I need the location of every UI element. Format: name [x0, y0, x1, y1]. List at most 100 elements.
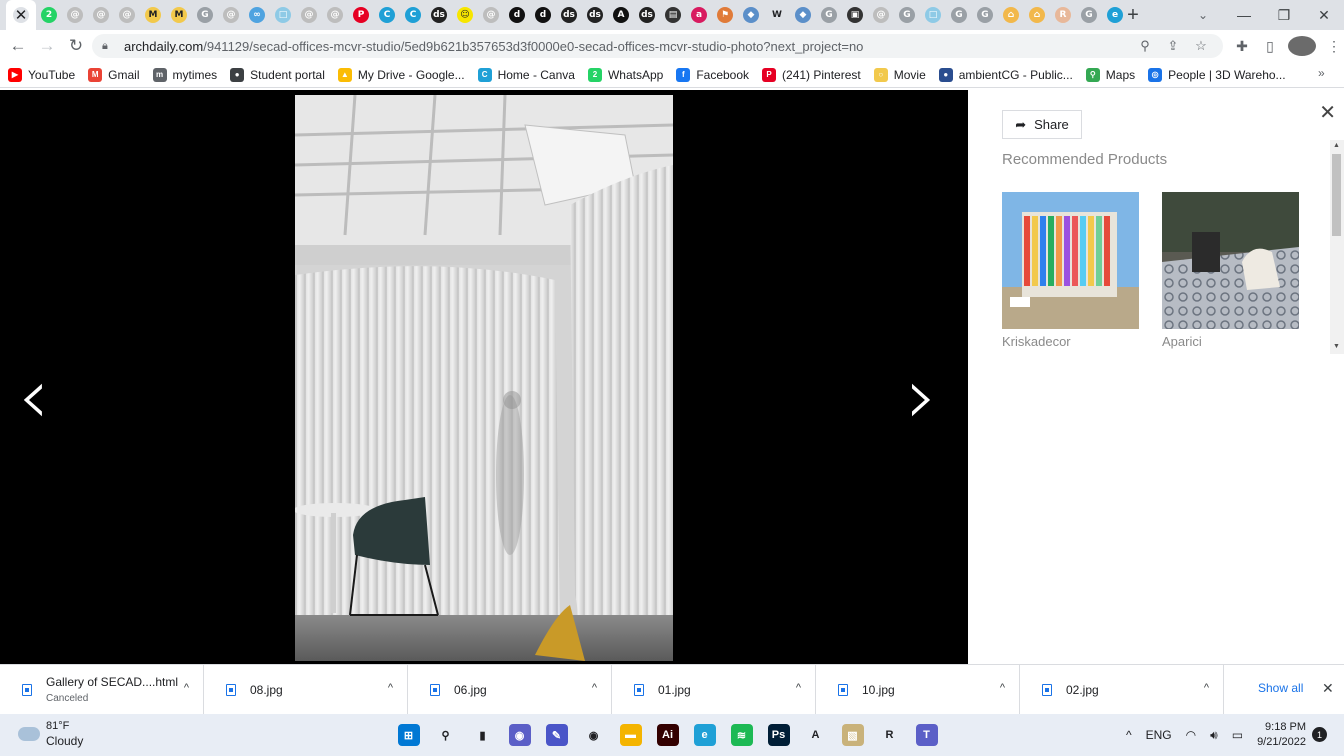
browser-tab[interactable]: ds — [426, 2, 452, 28]
scroll-up-icon[interactable]: ▲ — [1333, 142, 1340, 149]
bookmark-item[interactable]: M Gmail — [88, 67, 140, 82]
browser-tab[interactable]: □ — [920, 2, 946, 28]
scrollbar-thumb[interactable] — [1332, 154, 1341, 236]
bookmarks-more-icon[interactable]: » — [1318, 66, 1330, 80]
product-name[interactable]: Aparici — [1162, 334, 1299, 349]
download-options-chevron-icon[interactable]: ^ — [796, 682, 801, 694]
download-options-chevron-icon[interactable]: ^ — [592, 682, 597, 694]
download-options-chevron-icon[interactable]: ^ — [1000, 682, 1005, 694]
browser-tab[interactable]: @ — [296, 2, 322, 28]
address-bar[interactable]: 🔒︎ archdaily.com/941129/secad-offices-mc… — [92, 34, 1223, 58]
minimize-icon[interactable]: — — [1224, 0, 1264, 30]
browser-tab[interactable]: G — [192, 2, 218, 28]
bookmark-item[interactable]: m mytimes — [152, 67, 217, 82]
image-app-icon[interactable]: ▧ — [834, 720, 871, 750]
notification-badge[interactable]: 1 — [1312, 727, 1327, 742]
browser-tab[interactable]: P — [348, 2, 374, 28]
browser-tab[interactable]: G — [894, 2, 920, 28]
file-explorer-icon[interactable]: ▬ — [612, 720, 649, 750]
bookmark-item[interactable]: ▶ YouTube — [8, 67, 75, 82]
illustrator-icon[interactable]: Ai — [649, 720, 686, 750]
bookmark-item[interactable]: f Facebook — [676, 67, 749, 82]
browser-tab[interactable]: a — [686, 2, 712, 28]
product-card[interactable]: Aparici — [1162, 192, 1299, 349]
pen-app-icon[interactable]: ✎ — [538, 720, 575, 750]
show-all-downloads-link[interactable]: Show all — [1258, 681, 1303, 695]
share-button[interactable]: ➦ Share — [1002, 110, 1082, 139]
browser-tab[interactable]: ◆ — [790, 2, 816, 28]
browser-tab[interactable]: ⌂ — [998, 2, 1024, 28]
product-name[interactable]: Kriskadecor — [1002, 334, 1139, 349]
browser-tab[interactable]: d — [530, 2, 556, 28]
browser-tab[interactable]: G — [946, 2, 972, 28]
bookmark-item[interactable]: ○ Movie — [873, 67, 926, 82]
download-item[interactable]: 06.jpg ^ — [408, 664, 612, 715]
download-item[interactable]: Gallery of SECAD....html Canceled ^ — [0, 664, 204, 715]
browser-tab[interactable]: @ — [478, 2, 504, 28]
bookmark-item[interactable]: P (241) Pinterest — [762, 67, 861, 82]
browser-tab[interactable]: 2 — [36, 2, 62, 28]
bookmark-item[interactable]: 2 WhatsApp — [587, 67, 663, 82]
bookmark-star-icon[interactable]: ☆ — [1187, 38, 1215, 54]
browser-tab[interactable]: ▣ — [842, 2, 868, 28]
windows-start-icon[interactable]: ⊞ — [390, 720, 427, 750]
bookmark-item[interactable]: ▲ My Drive - Google... — [337, 67, 465, 82]
scroll-down-icon[interactable]: ▼ — [1333, 343, 1340, 350]
menu-icon[interactable]: ⋮ — [1320, 38, 1344, 55]
browser-tab[interactable]: @ — [88, 2, 114, 28]
share-page-icon[interactable]: ⇪ — [1159, 38, 1187, 54]
browser-tab[interactable]: R — [1050, 2, 1076, 28]
bookmark-item[interactable]: ● ambientCG - Public... — [938, 67, 1073, 82]
browser-tab[interactable]: ▤ — [660, 2, 686, 28]
system-clock[interactable]: 9:18 PM 9/21/2022 — [1254, 720, 1306, 750]
bookmark-item[interactable]: ⚲ Maps — [1085, 67, 1135, 82]
weather-widget[interactable]: 81°F Cloudy — [18, 720, 83, 748]
tab-search-icon[interactable]: ⌄ — [1190, 0, 1216, 30]
browser-tab[interactable]: M — [140, 2, 166, 28]
next-photo-arrow[interactable]: › — [906, 358, 937, 436]
product-card[interactable]: Kriskadecor — [1002, 192, 1139, 349]
browser-tab[interactable]: ds — [582, 2, 608, 28]
download-item[interactable]: 10.jpg ^ — [816, 664, 1020, 715]
browser-tab[interactable]: G — [816, 2, 842, 28]
lock-icon[interactable]: 🔒︎ — [102, 40, 116, 53]
language-indicator[interactable]: ENG — [1146, 728, 1172, 742]
teams-icon[interactable]: T — [908, 720, 945, 750]
browser-tab[interactable]: G — [972, 2, 998, 28]
product-image[interactable] — [1162, 192, 1299, 329]
browser-tab[interactable]: ⚑ — [712, 2, 738, 28]
browser-tab[interactable]: @ — [218, 2, 244, 28]
chat-icon[interactable]: ◉ — [501, 720, 538, 750]
browser-tab[interactable]: @ — [322, 2, 348, 28]
browser-tab[interactable]: @ — [868, 2, 894, 28]
window-close-icon[interactable]: ✕ — [1304, 0, 1344, 30]
active-tab[interactable]: ✕ — [6, 0, 36, 30]
forward-icon[interactable]: → — [33, 32, 61, 60]
edge-icon[interactable]: e — [686, 720, 723, 750]
browser-tab[interactable]: ds — [634, 2, 660, 28]
download-options-chevron-icon[interactable]: ^ — [1204, 682, 1209, 694]
reload-icon[interactable]: ↻ — [62, 32, 90, 60]
browser-tab[interactable]: d — [504, 2, 530, 28]
close-gallery-icon[interactable]: ✕ — [1319, 100, 1336, 125]
spotify-icon[interactable]: ≋ — [723, 720, 760, 750]
browser-tab[interactable]: ∞ — [244, 2, 270, 28]
photoshop-icon[interactable]: Ps — [760, 720, 797, 750]
bookmark-item[interactable]: C Home - Canva — [477, 67, 575, 82]
download-options-chevron-icon[interactable]: ^ — [388, 682, 393, 694]
back-icon[interactable]: ← — [4, 32, 32, 60]
browser-tab[interactable]: C — [374, 2, 400, 28]
task-view-icon[interactable]: ▮ — [464, 720, 501, 750]
profile-avatar[interactable] — [1288, 36, 1316, 56]
product-image[interactable] — [1002, 192, 1139, 329]
extensions-icon[interactable]: ✚ — [1228, 38, 1256, 55]
browser-tab[interactable]: M — [166, 2, 192, 28]
url-text[interactable]: archdaily.com/941129/secad-offices-mcvr-… — [124, 39, 863, 54]
chrome-icon[interactable]: ◉ — [575, 720, 612, 750]
browser-tab[interactable]: ds — [556, 2, 582, 28]
download-item[interactable]: 01.jpg ^ — [612, 664, 816, 715]
zoom-icon[interactable]: ⚲ — [1131, 38, 1159, 54]
previous-photo-arrow[interactable]: ‹ — [18, 358, 49, 436]
download-options-chevron-icon[interactable]: ^ — [184, 682, 189, 694]
maximize-icon[interactable]: ❐ — [1264, 0, 1304, 30]
